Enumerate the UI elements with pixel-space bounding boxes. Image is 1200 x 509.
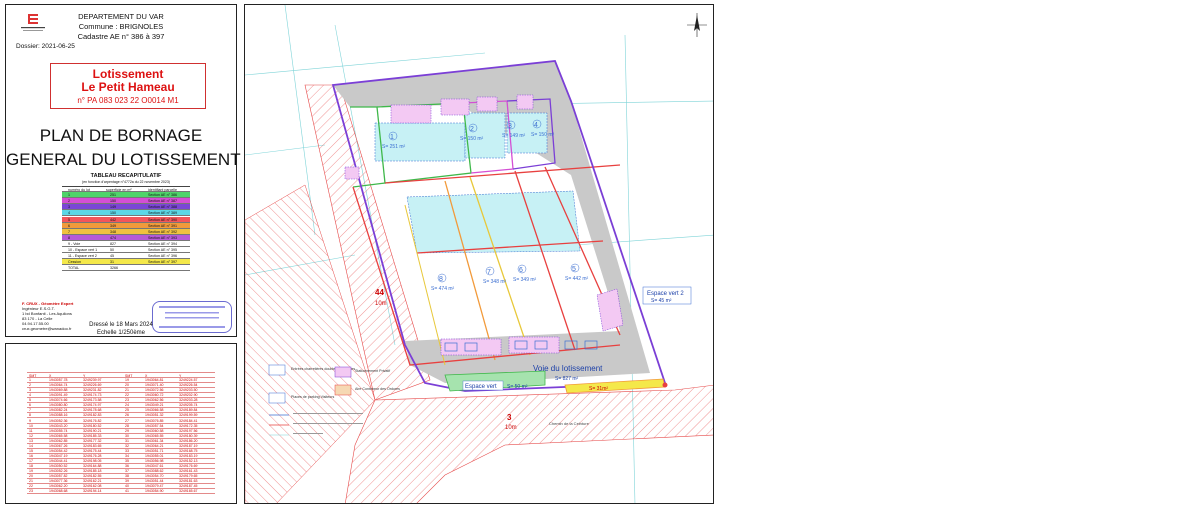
lotissement-name: Le Petit Hameau	[81, 80, 175, 94]
recap-cell-area: 150	[110, 211, 116, 216]
scale-label: Echelle 1/250ème	[96, 330, 146, 336]
recap-cell-lot: 9 - Voie	[68, 241, 81, 246]
recap-cell-parcel: Section AE n° 393	[148, 235, 178, 240]
boundary-marker-icon	[662, 382, 668, 388]
recap-cell-area: 474	[110, 235, 116, 240]
lot-number: 3	[508, 123, 512, 130]
coordinates-cell: 1943068.68	[49, 489, 68, 494]
recap-cell-parcel: Section AE n° 386	[148, 193, 178, 198]
recap-table: TABLEAU RECAPITULATIF (en fonction d'arp…	[62, 173, 190, 297]
plan-title-line1: PLAN DE BORNAGE	[39, 126, 203, 145]
recap-cell-lot: 8	[68, 235, 70, 240]
plan-svg: 1 S= 251 m² 2 S= 150 m² 3 S= 149 m² 4 S=…	[245, 5, 713, 503]
road-44-number: 44	[375, 288, 384, 297]
lot-number: 7	[487, 269, 491, 276]
plan-drawing: 1 S= 251 m² 2 S= 150 m² 3 S= 149 m² 4 S=…	[244, 4, 714, 504]
recap-cell-area: 149	[110, 205, 116, 210]
lotissement-title: Lotissement	[92, 67, 164, 81]
lot-area: S= 149 m²	[502, 133, 526, 139]
department-label: DEPARTEMENT DU VAR	[78, 12, 164, 21]
recap-cell-area: 50	[110, 248, 114, 252]
recap-cell-area: 251	[110, 193, 116, 198]
coordinates-row: 23 1943068.68 3249194.14 41 1943054.90 324916…	[27, 489, 215, 495]
recap-cell-parcel: Section AE n° 392	[148, 229, 178, 234]
title-block: DEPARTEMENT DU VAR Commune : BRIGNOLES C…	[5, 4, 241, 337]
cadastre-label: Cadastre AE n° 386 à 397	[77, 32, 165, 41]
voie-area: S= 827 m²	[555, 376, 579, 382]
commune-label: Commune : BRIGNOLES	[78, 22, 164, 31]
cession-area: S= 31m²	[589, 386, 608, 392]
legend-item: Stationnement Privatif	[355, 369, 390, 373]
legend-item: Aire Conteneur des Ordures	[355, 387, 400, 391]
voie-label: Voie du lotissement	[533, 364, 603, 373]
recap-cell-lot: 4	[68, 211, 70, 216]
recap-cell-lot: 6	[68, 223, 70, 228]
recap-cell-parcel: Section AE n° 390	[148, 217, 178, 222]
recap-cell-lot: 7	[68, 229, 70, 234]
recap-cell-lot: 5	[68, 217, 70, 222]
recap-cell-area: 150	[110, 199, 116, 204]
lotissement-reference: n° PA 083 023 22 O0014 M1	[77, 96, 179, 105]
espace-vert-2-label: Espace vert 2	[647, 291, 684, 297]
lot-area: S= 150 m²	[460, 136, 484, 142]
recap-cell-lot: 10 - Espace vert 1	[68, 248, 98, 252]
recap-cell-parcel: Section AE n° 391	[148, 223, 178, 228]
recap-cell-area: 827	[110, 241, 116, 246]
dossier-label: Dossier: 2021-06-25	[16, 43, 75, 50]
recap-cell-lot: TOTAL	[68, 266, 80, 271]
lot-number: 1	[390, 134, 394, 141]
lot-area: S= 251 m²	[382, 144, 406, 150]
recap-cell-area: 442	[110, 217, 116, 222]
recap-cell-area: 31	[110, 260, 114, 265]
recap-cell-parcel: Section AE n° 389	[148, 211, 178, 216]
recap-cell-parcel: Section AE n° 396	[148, 254, 178, 259]
espace-vert-2-area: S= 45 m²	[651, 298, 672, 304]
recap-cell-parcel: Section AE n° 387	[148, 199, 178, 204]
espace-vert-1-label: Espace vert	[465, 384, 497, 390]
recap-cell-parcel: Section AE n° 394	[148, 241, 178, 246]
surveyor-stamp	[152, 301, 232, 333]
recap-cell-parcel: Section AE n° 395	[148, 248, 178, 252]
coordinates-cell: 3249194.14	[83, 489, 102, 494]
lot-area: S= 474 m²	[431, 286, 455, 292]
lot-number: 4	[534, 122, 538, 129]
recap-cell-parcel: Section AE n° 388	[148, 205, 178, 210]
espace-vert-1-area: S= 50 m²	[507, 384, 528, 390]
lot-number: 2	[470, 126, 474, 133]
recap-cell-lot: 2	[68, 199, 70, 204]
north-arrow-icon	[687, 13, 707, 37]
recap-cell-lot: 11 - Espace vert 2	[68, 254, 97, 259]
lot-area: S= 150 m²	[531, 132, 555, 138]
lot-area: S= 348 m²	[483, 279, 507, 285]
recap-cell-area: 45	[110, 254, 114, 259]
road-3-number: 3	[507, 413, 512, 422]
road-44-width: 10m	[375, 301, 387, 307]
coordinates-cell: 23	[29, 489, 33, 494]
road-3-hatch	[345, 384, 713, 503]
recap-subtitle: (en fonction d'arpentage n°4772a du 22 n…	[82, 180, 170, 184]
legend-item: Places de parking Visiteurs	[291, 395, 334, 399]
coordinates-cell: 1943054.90	[145, 489, 164, 494]
recap-cell-area: 348	[110, 229, 116, 234]
recap-cell-area: 349	[110, 223, 116, 228]
plan-title-line2: GENERAL DU LOTISSEMENT	[6, 150, 241, 169]
recap-cell-parcel: Section AE n° 397	[148, 260, 178, 265]
drawn-date: Dressé le 18 Mars 2024	[89, 322, 153, 328]
lot-area: S= 349 m²	[513, 277, 537, 283]
chemin-label: Chemin de la Ceinture	[549, 421, 590, 426]
lot-number: 6	[519, 267, 523, 274]
lotissement-box: Lotissement Le Petit Hameau n° PA 083 02…	[50, 63, 206, 109]
recap-cell-lot: 1	[68, 193, 70, 198]
recap-row: TOTAL 3266	[62, 265, 190, 272]
coordinates-cell: 41	[125, 489, 129, 494]
lot-area: S= 442 m²	[565, 276, 589, 282]
coordinates-cell: 3249165.67	[179, 489, 198, 494]
lot-number: 5	[572, 266, 576, 273]
recap-cell-lot: Cession	[68, 260, 81, 265]
road-3-width: 10m	[505, 425, 517, 431]
lot-number: 8	[439, 276, 443, 283]
recap-cell-area: 3266	[110, 266, 118, 271]
recap-cell-lot: 3	[68, 205, 70, 210]
recap-title: TABLEAU RECAPITULATIF	[90, 173, 162, 179]
